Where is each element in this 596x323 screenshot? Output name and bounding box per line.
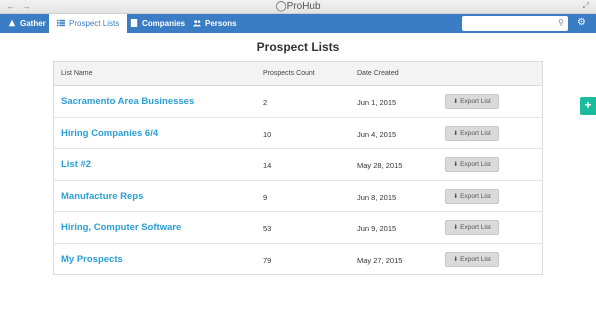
- window-title: ◯ProHub: [0, 1, 596, 12]
- nav-prospect-lists-label: Prospect Lists: [69, 19, 120, 28]
- expand-icon[interactable]: ⤢: [583, 1, 589, 11]
- export-list-label: Export List: [460, 192, 491, 200]
- download-icon: ⬇: [453, 99, 459, 105]
- export-list-button[interactable]: ⬇ Export List: [445, 157, 499, 173]
- date-created: Jun 1, 2015: [357, 98, 397, 107]
- persons-icon: [193, 20, 201, 27]
- export-list-button[interactable]: ⬇ Export List: [445, 188, 499, 204]
- nav-companies-label: Companies: [142, 19, 186, 28]
- prospects-count: 2: [263, 98, 268, 107]
- export-list-button[interactable]: ⬇ Export List: [445, 251, 499, 267]
- table-row: Sacramento Area Businesses 2 Jun 1, 2015…: [54, 86, 542, 118]
- export-list-button[interactable]: ⬇ Export List: [445, 125, 499, 141]
- search-input[interactable]: [462, 19, 552, 34]
- list-name-link[interactable]: Sacramento Area Businesses: [61, 96, 194, 107]
- table-header: List Name Prospects Count Date Created: [54, 62, 542, 86]
- column-header-list-name: List Name: [61, 70, 93, 77]
- date-created: Jun 9, 2015: [357, 224, 397, 234]
- prospects-count: 14: [263, 161, 272, 171]
- list-icon: [57, 19, 65, 27]
- export-list-button[interactable]: ⬇ Export List: [445, 94, 499, 109]
- list-name-link[interactable]: Hiring Companies 6/4: [61, 128, 158, 139]
- table-row: List #2 14 May 28, 2015 ⬇ Export List: [54, 149, 542, 181]
- search-box: ⚲: [462, 16, 568, 34]
- export-list-label: Export List: [460, 161, 491, 169]
- list-name-link[interactable]: Manufacture Reps: [61, 191, 143, 202]
- page-title: Prospect Lists: [256, 40, 340, 54]
- column-header-date-created: Date Created: [357, 70, 399, 77]
- nav-companies[interactable]: Companies: [130, 14, 185, 33]
- gather-icon: [8, 19, 16, 27]
- list-name-link[interactable]: List #2: [61, 159, 91, 170]
- app-title-text: ProHub: [286, 1, 321, 12]
- download-icon: ⬇: [453, 162, 459, 169]
- prospects-count: 10: [263, 129, 272, 139]
- add-button[interactable]: +: [580, 97, 596, 115]
- table-row: Hiring Companies 6/4 10 Jun 4, 2015 ⬇ Exp…: [54, 118, 542, 150]
- top-navbar: Gather Prospect Lists Companies Persons …: [0, 14, 596, 34]
- export-list-label: Export List: [460, 224, 491, 232]
- settings-icon[interactable]: ⚙: [577, 17, 586, 28]
- table-row: Manufacture Reps 9 Jun 8, 2015 ⬇ Export L…: [54, 181, 542, 213]
- download-icon: ⬇: [453, 225, 459, 232]
- prospect-lists-table: List Name Prospects Count Date Created S…: [53, 61, 543, 275]
- window-titlebar: ← → ◯ProHub ⤢: [0, 0, 596, 14]
- export-list-label: Export List: [460, 255, 491, 263]
- export-list-label: Export List: [460, 98, 491, 105]
- column-header-prospects-count: Prospects Count: [263, 70, 315, 77]
- export-list-label: Export List: [460, 129, 491, 137]
- prospects-count: 9: [263, 192, 268, 202]
- date-created: Jun 8, 2015: [357, 192, 397, 202]
- date-created: May 28, 2015: [357, 161, 403, 171]
- table-row: Hiring, Computer Software 53 Jun 9, 2015…: [54, 212, 542, 244]
- prospects-count: 79: [263, 255, 272, 265]
- search-icon[interactable]: ⚲: [558, 18, 564, 27]
- download-icon: ⬇: [453, 193, 459, 200]
- download-icon: ⬇: [453, 256, 459, 263]
- prospects-count: 53: [263, 224, 272, 234]
- nav-gather-label: Gather: [20, 19, 46, 28]
- list-name-link[interactable]: Hiring, Computer Software: [61, 222, 181, 233]
- list-name-link[interactable]: My Prospects: [61, 254, 123, 265]
- nav-persons-label: Persons: [205, 19, 237, 28]
- export-list-button[interactable]: ⬇ Export List: [445, 220, 499, 236]
- logo-icon: ◯: [275, 1, 287, 12]
- download-icon: ⬇: [453, 130, 459, 137]
- companies-icon: [130, 19, 138, 27]
- date-created: May 27, 2015: [357, 255, 403, 265]
- nav-gather[interactable]: Gather: [8, 14, 46, 33]
- nav-prospect-lists[interactable]: Prospect Lists: [49, 14, 128, 33]
- table-row: My Prospects 79 May 27, 2015 ⬇ Export Lis…: [54, 244, 542, 276]
- date-created: Jun 4, 2015: [357, 129, 397, 139]
- nav-persons[interactable]: Persons: [193, 14, 237, 33]
